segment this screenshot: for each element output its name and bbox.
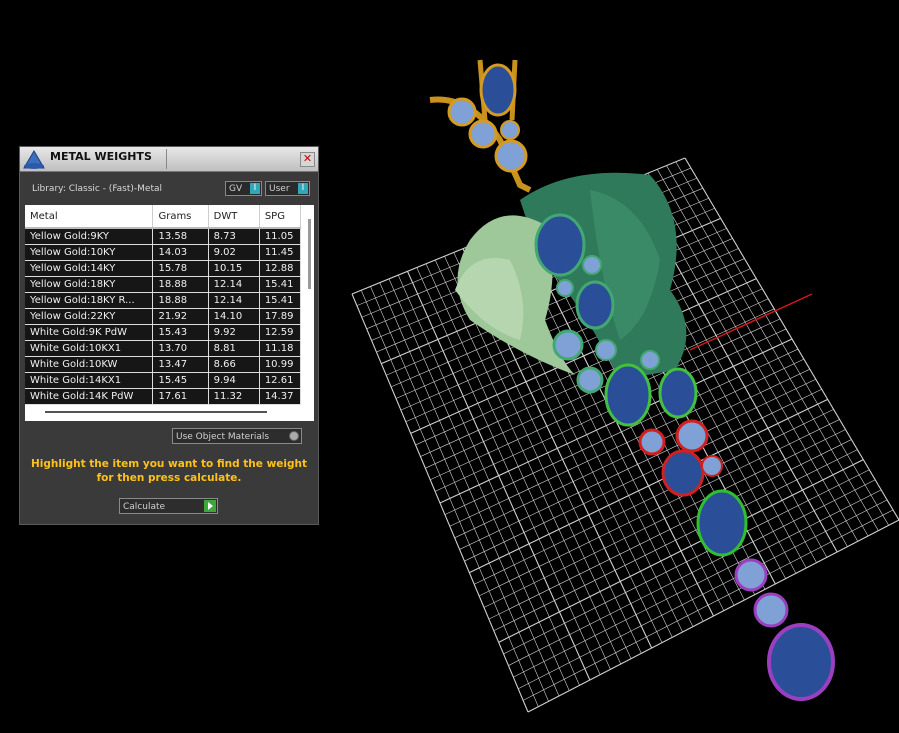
cell-grams: 17.61 <box>152 388 209 405</box>
cell-metal: Yellow Gold:22KY <box>25 308 154 325</box>
cell-spg: 10.99 <box>259 356 302 373</box>
table-row[interactable]: Yellow Gold:10KY 14.03 9.02 11.45 <box>25 244 302 261</box>
cell-dwt: 9.02 <box>208 244 260 261</box>
cell-metal: White Gold:10KW <box>25 356 154 373</box>
cell-metal: White Gold:14K PdW <box>25 388 154 405</box>
table-row[interactable]: Yellow Gold:9KY 13.58 8.73 11.05 <box>25 228 302 245</box>
panel-title: METAL WEIGHTS <box>50 150 152 163</box>
metal-table[interactable]: Metal Grams DWT SPG Yellow Gold:9KY 13.58… <box>25 205 314 421</box>
cell-metal: Yellow Gold:18KY <box>25 276 154 293</box>
cell-grams: 13.70 <box>152 340 209 357</box>
user-toggle[interactable]: User I <box>265 181 310 196</box>
metal-weights-panel: METAL WEIGHTS ✕ Library: Classic - (Fast… <box>19 146 319 525</box>
cell-metal: Yellow Gold:18KY R... <box>25 292 154 309</box>
table-row[interactable]: White Gold:10KX1 13.70 8.81 11.18 <box>25 340 302 357</box>
cell-metal: Yellow Gold:10KY <box>25 244 154 261</box>
cell-dwt: 8.81 <box>208 340 260 357</box>
titlebar-divider <box>166 149 167 169</box>
vertical-scrollbar[interactable] <box>308 219 311 289</box>
cell-spg: 11.45 <box>259 244 302 261</box>
table-row[interactable]: Yellow Gold:22KY 21.92 14.10 17.89 <box>25 308 302 325</box>
gv-toggle[interactable]: GV I <box>225 181 262 196</box>
cell-grams: 14.03 <box>152 244 209 261</box>
user-toggle-label: User <box>269 184 290 194</box>
cell-dwt: 12.14 <box>208 276 260 293</box>
calculate-button[interactable]: Calculate <box>119 498 218 514</box>
cell-grams: 15.78 <box>152 260 209 277</box>
cell-grams: 18.88 <box>152 276 209 293</box>
cell-dwt: 9.92 <box>208 324 260 341</box>
table-row[interactable]: White Gold:9K PdW 15.43 9.92 12.59 <box>25 324 302 341</box>
table-row[interactable]: Yellow Gold:14KY 15.78 10.15 12.88 <box>25 260 302 277</box>
dropdown-icon <box>289 431 299 441</box>
materials-dropdown[interactable]: Use Object Materials <box>172 428 302 444</box>
cell-spg: 14.37 <box>259 388 302 405</box>
cell-dwt: 10.15 <box>208 260 260 277</box>
cell-metal: White Gold:10KX1 <box>25 340 154 357</box>
column-header-spg[interactable]: SPG <box>259 205 302 229</box>
cell-spg: 12.59 <box>259 324 302 341</box>
play-arrow-icon <box>204 500 216 512</box>
column-header-dwt[interactable]: DWT <box>208 205 260 229</box>
app-logo-icon <box>23 150 45 169</box>
cell-dwt: 12.14 <box>208 292 260 309</box>
close-button[interactable]: ✕ <box>300 152 315 167</box>
gv-toggle-knob-icon: I <box>250 183 260 194</box>
instruction-text: Highlight the item you want to find the … <box>31 458 307 484</box>
cell-dwt: 9.94 <box>208 372 260 389</box>
cell-grams: 21.92 <box>152 308 209 325</box>
cell-dwt: 14.10 <box>208 308 260 325</box>
cell-spg: 11.18 <box>259 340 302 357</box>
cell-grams: 18.88 <box>152 292 209 309</box>
table-row[interactable]: White Gold:10KW 13.47 8.66 10.99 <box>25 356 302 373</box>
table-row[interactable]: Yellow Gold:18KY R... 18.88 12.14 15.41 <box>25 292 302 309</box>
materials-dropdown-label: Use Object Materials <box>176 432 270 442</box>
cell-metal: Yellow Gold:9KY <box>25 228 154 245</box>
cell-spg: 12.88 <box>259 260 302 277</box>
column-header-grams[interactable]: Grams <box>152 205 209 229</box>
cell-spg: 15.41 <box>259 292 302 309</box>
user-toggle-knob-icon: I <box>298 183 308 194</box>
cell-spg: 17.89 <box>259 308 302 325</box>
cell-grams: 13.47 <box>152 356 209 373</box>
table-row[interactable]: Yellow Gold:18KY 18.88 12.14 15.41 <box>25 276 302 293</box>
cell-grams: 15.45 <box>152 372 209 389</box>
cell-metal: Yellow Gold:14KY <box>25 260 154 277</box>
calculate-label: Calculate <box>123 502 166 512</box>
column-header-metal[interactable]: Metal <box>25 205 154 229</box>
cell-grams: 13.58 <box>152 228 209 245</box>
cell-metal: White Gold:9K PdW <box>25 324 154 341</box>
table-row[interactable]: White Gold:14K PdW 17.61 11.32 14.37 <box>25 388 302 405</box>
cell-metal: White Gold:14KX1 <box>25 372 154 389</box>
table-header-row: Metal Grams DWT SPG <box>25 205 302 229</box>
panel-titlebar[interactable]: METAL WEIGHTS ✕ <box>20 147 318 172</box>
library-label: Library: Classic - (Fast)-Metal <box>32 184 163 194</box>
cell-spg: 12.61 <box>259 372 302 389</box>
cell-dwt: 8.66 <box>208 356 260 373</box>
cell-spg: 11.05 <box>259 228 302 245</box>
cell-grams: 15.43 <box>152 324 209 341</box>
gv-toggle-label: GV <box>229 184 243 194</box>
horizontal-scrollbar[interactable] <box>45 411 267 413</box>
cell-dwt: 11.32 <box>208 388 260 405</box>
cell-dwt: 8.73 <box>208 228 260 245</box>
cell-spg: 15.41 <box>259 276 302 293</box>
table-row[interactable]: White Gold:14KX1 15.45 9.94 12.61 <box>25 372 302 389</box>
